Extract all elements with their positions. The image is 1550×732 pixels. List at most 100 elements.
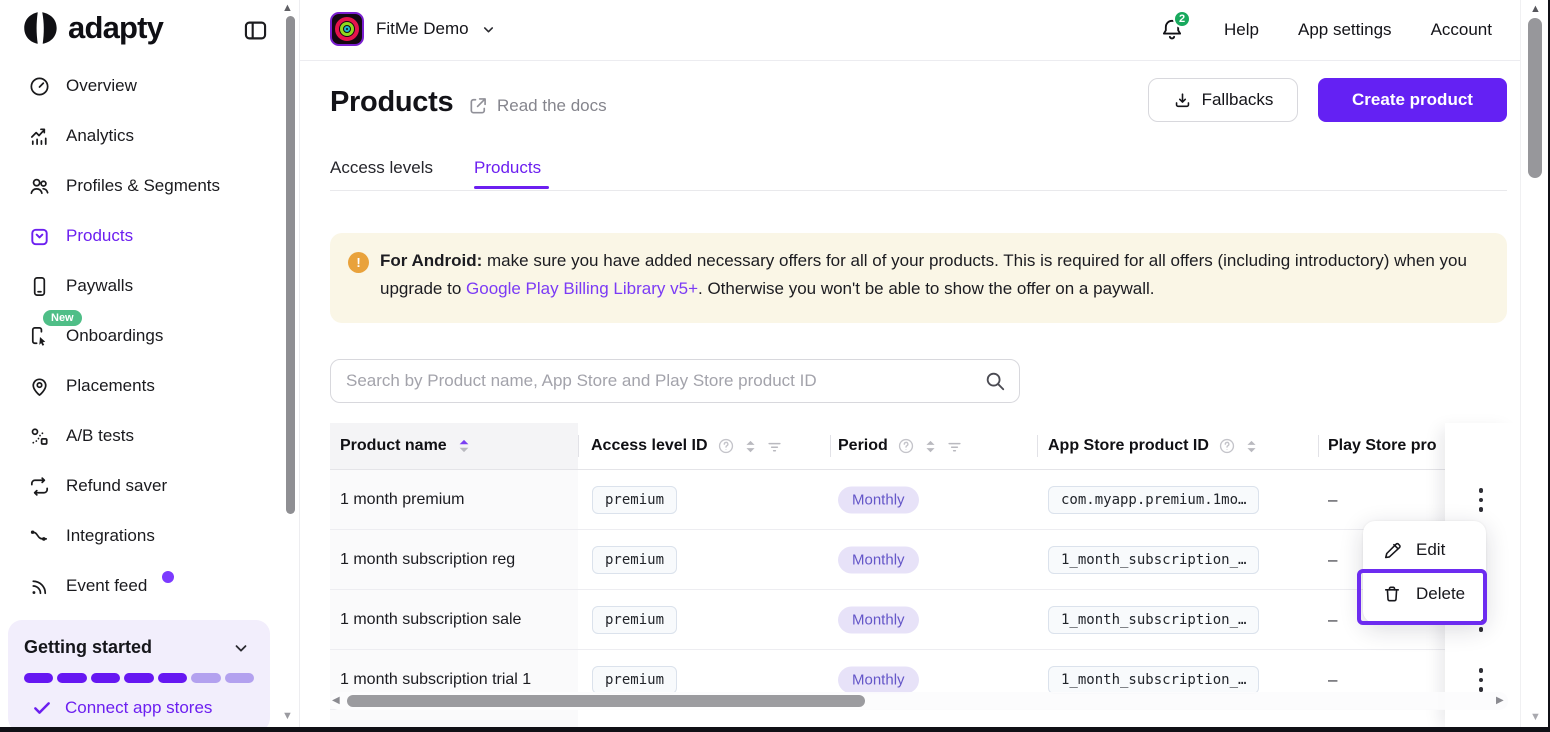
- play-store-id-value: –: [1328, 609, 1338, 629]
- read-the-docs-link[interactable]: Read the docs: [468, 96, 607, 116]
- tab-products[interactable]: Products: [474, 158, 541, 178]
- progress-segment: [90, 673, 121, 683]
- sidebar-item-onboardings[interactable]: New Onboardings: [0, 310, 280, 361]
- access-level-badge: premium: [592, 605, 678, 634]
- progress-segment: [57, 673, 87, 683]
- help-icon[interactable]: [717, 437, 735, 455]
- notifications-button[interactable]: 2: [1159, 10, 1192, 43]
- access-level-badge: premium: [592, 545, 678, 574]
- menu-item-label: Delete: [1416, 584, 1466, 603]
- sidebar-item-refund-saver[interactable]: Refund saver: [0, 461, 280, 511]
- sidebar-item-placements[interactable]: Placements: [0, 361, 280, 411]
- scroll-up-arrow[interactable]: ▲: [1530, 3, 1541, 15]
- getting-started-header[interactable]: Getting started: [8, 620, 270, 658]
- sidebar-item-label: Overview: [66, 76, 137, 95]
- ab-test-icon: [28, 425, 51, 448]
- app-settings-link[interactable]: App settings: [1298, 20, 1392, 40]
- sidebar-scroll-down-arrow[interactable]: ▼: [282, 711, 293, 722]
- column-header-app-store-id[interactable]: App Store product ID: [1048, 423, 1258, 469]
- sort-icon[interactable]: [744, 438, 757, 455]
- filter-icon[interactable]: [766, 438, 783, 455]
- event-feed-dot: [162, 571, 175, 583]
- sidebar-item-label: A/B tests: [66, 426, 135, 445]
- column-label: Play Store pro: [1328, 437, 1437, 454]
- progress-segment: [24, 673, 54, 683]
- new-badge: New: [43, 310, 82, 326]
- product-name-cell: 1 month subscription sale: [330, 590, 578, 649]
- sidebar-scroll-up-arrow[interactable]: ▲: [282, 3, 293, 14]
- column-header-play-store-id[interactable]: Play Store pro: [1328, 423, 1436, 469]
- period-badge: Monthly: [838, 486, 919, 513]
- app-store-id-badge: com.myapp.premium.1mo…: [1048, 485, 1260, 514]
- sort-icon[interactable]: [924, 438, 937, 455]
- getting-started-progress: [24, 673, 254, 683]
- sidebar-collapse-button[interactable]: [242, 17, 269, 44]
- sidebar-item-paywalls[interactable]: Paywalls: [0, 261, 280, 311]
- sidebar-item-event-feed[interactable]: Event feed: [0, 561, 280, 611]
- column-header-access-level[interactable]: Access level ID: [591, 423, 783, 469]
- app-store-id-badge: 1_month_subscription_…: [1048, 545, 1260, 574]
- getting-started-card: Getting started Connect app stores: [8, 620, 270, 732]
- table-row: 1 month premium premium Monthly com.myap…: [330, 470, 1520, 530]
- search-input[interactable]: [346, 371, 984, 391]
- menu-item-edit[interactable]: Edit: [1363, 528, 1486, 572]
- horizontal-scrollbar-thumb[interactable]: [347, 695, 865, 707]
- sidebar-item-label: Refund saver: [66, 476, 168, 495]
- menu-item-delete[interactable]: Delete: [1363, 572, 1486, 616]
- refund-icon: [28, 475, 51, 498]
- tab-access-levels[interactable]: Access levels: [330, 158, 433, 178]
- sidebar-item-overview[interactable]: Overview: [0, 61, 280, 111]
- create-product-button[interactable]: Create product: [1318, 78, 1507, 122]
- sidebar-item-analytics[interactable]: Analytics: [0, 111, 280, 161]
- sidebar-nav: Overview Analytics Profiles & Segments P…: [0, 61, 280, 611]
- sort-icon[interactable]: [457, 437, 471, 455]
- billing-library-link[interactable]: Google Play Billing Library v5+: [466, 279, 698, 298]
- sidebar-item-profiles-segments[interactable]: Profiles & Segments: [0, 161, 280, 211]
- scroll-left-arrow[interactable]: ◀: [332, 695, 340, 706]
- help-icon[interactable]: [1218, 437, 1236, 455]
- period-badge: Monthly: [838, 546, 919, 573]
- app-icon: [330, 12, 364, 46]
- warning-icon: !: [348, 252, 369, 273]
- sidebar-item-label: Analytics: [66, 126, 135, 145]
- warning-text: For Android: make sure you have added ne…: [380, 251, 1467, 298]
- chevron-down-icon[interactable]: [232, 639, 250, 657]
- sort-icon[interactable]: [1245, 438, 1258, 455]
- adapty-logo-text: adapty: [68, 10, 164, 45]
- search-icon: [984, 370, 1006, 392]
- column-header-period[interactable]: Period: [838, 423, 963, 469]
- vertical-scrollbar-thumb[interactable]: [1528, 18, 1542, 178]
- sidebar-item-ab-tests[interactable]: A/B tests: [0, 411, 280, 461]
- page-title: Products: [330, 86, 454, 118]
- active-tab-underline: [474, 186, 549, 189]
- help-icon[interactable]: [897, 437, 915, 455]
- topbar: FitMe Demo 2 Help App settings Account: [300, 0, 1520, 61]
- help-link[interactable]: Help: [1224, 20, 1259, 40]
- table-row: 1 month subscription reg premium Monthly…: [330, 530, 1520, 590]
- filter-icon[interactable]: [946, 438, 963, 455]
- sidebar-item-label: Profiles & Segments: [66, 176, 221, 195]
- download-icon: [1173, 91, 1192, 110]
- sidebar-item-products[interactable]: Products: [0, 211, 280, 261]
- row-actions-kebab-button[interactable]: [1459, 483, 1503, 517]
- account-link[interactable]: Account: [1431, 20, 1492, 40]
- app-name: FitMe Demo: [376, 19, 469, 38]
- chart-icon: [28, 125, 51, 148]
- sidebar-scrollbar-thumb[interactable]: [286, 16, 295, 514]
- column-separator: [1037, 435, 1038, 457]
- scroll-right-arrow[interactable]: ▶: [1496, 695, 1504, 706]
- adapty-logo[interactable]: adapty: [22, 10, 164, 46]
- app-selector[interactable]: FitMe Demo: [330, 12, 496, 46]
- check-icon: [32, 698, 52, 718]
- connect-app-stores-link[interactable]: Connect app stores: [32, 698, 270, 718]
- product-name-cell: 1 month subscription reg: [330, 530, 578, 589]
- fallbacks-label: Fallbacks: [1201, 90, 1274, 109]
- fallbacks-button[interactable]: Fallbacks: [1148, 78, 1298, 122]
- access-level-badge: premium: [592, 485, 678, 514]
- sidebar-item-integrations[interactable]: Integrations: [0, 511, 280, 561]
- scroll-down-arrow[interactable]: ▼: [1530, 711, 1541, 723]
- column-label: App Store product ID: [1048, 437, 1209, 454]
- progress-segment: [124, 673, 154, 683]
- column-header-product-name[interactable]: Product name: [330, 423, 578, 469]
- users-icon: [28, 175, 51, 198]
